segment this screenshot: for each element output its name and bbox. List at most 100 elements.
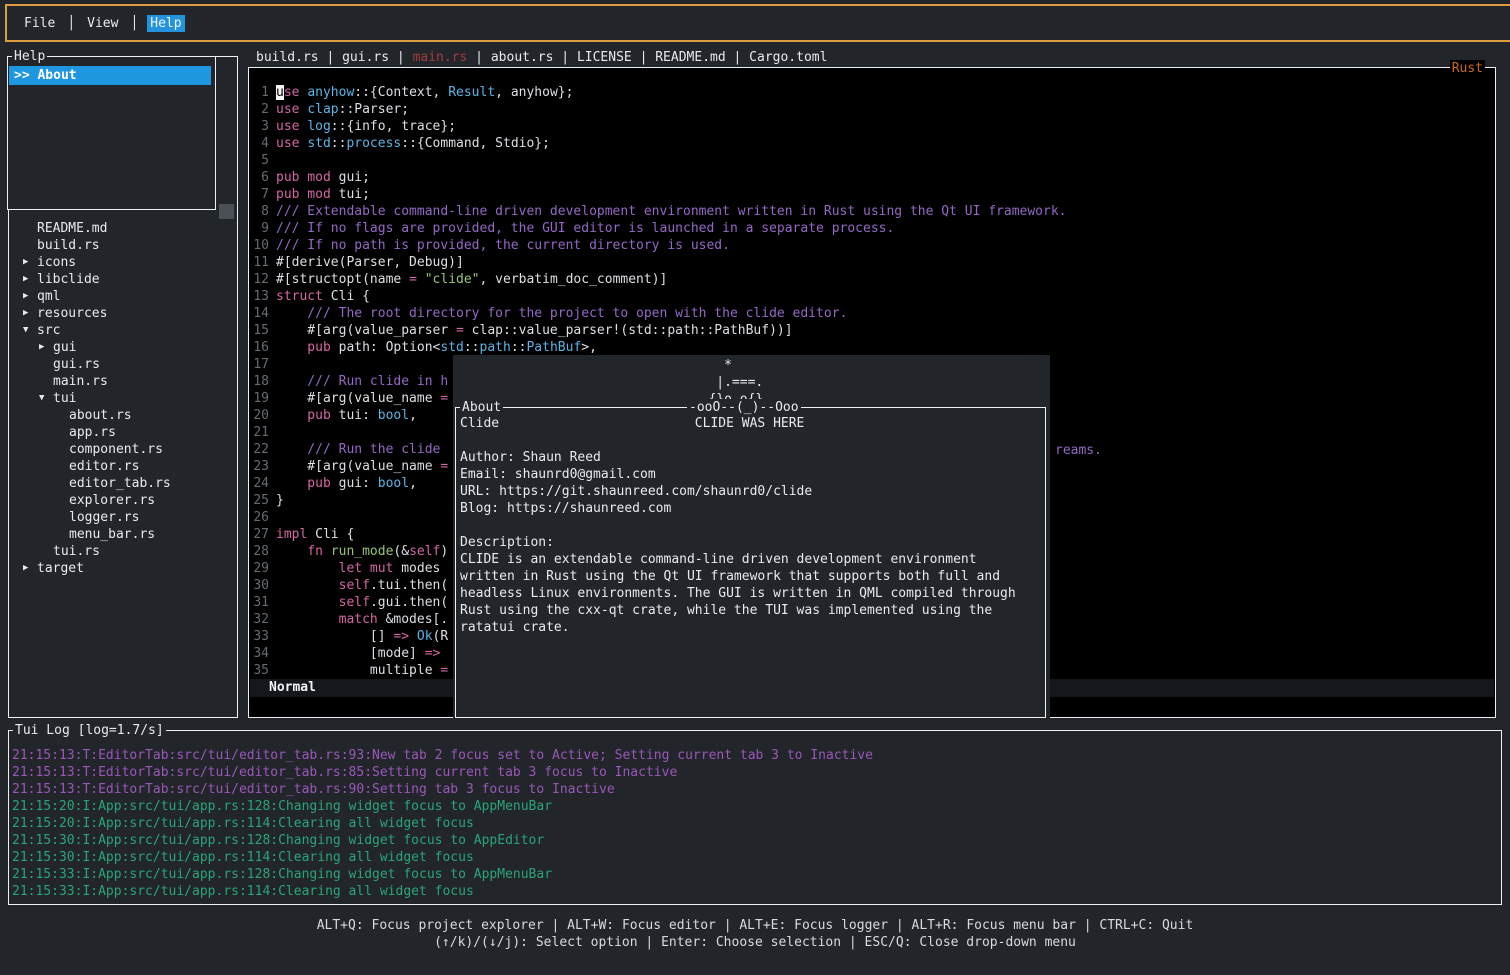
tui-log-panel[interactable]: Tui Log [log=1.7/s] 21:15:13:T:EditorTab…: [8, 730, 1502, 905]
tree-item-label: editor_tab.rs: [69, 475, 171, 492]
code-line: 2use clap::Parser;: [249, 101, 1495, 118]
line-content: #[structopt(name = "clide", verbatim_doc…: [276, 271, 667, 288]
tree-item-icons[interactable]: ▶icons: [9, 254, 235, 271]
syntax-kw: fn: [276, 544, 331, 559]
syntax-cm: /// Extendable command-line driven devel…: [276, 204, 1067, 219]
tree-item-label: component.rs: [69, 441, 163, 458]
tab-readme-md[interactable]: README.md: [655, 50, 725, 65]
tree-item-src[interactable]: ▼src: [9, 322, 235, 339]
code-line: 12#[structopt(name = "clide", verbatim_d…: [249, 271, 1495, 288]
syntax-txt: ,: [409, 476, 417, 491]
syntax-txt: Cli {: [315, 527, 354, 542]
tree-item-logger-rs[interactable]: logger.rs: [9, 509, 235, 526]
menu-option-about[interactable]: >> About: [9, 66, 211, 85]
tree-item-component-rs[interactable]: component.rs: [9, 441, 235, 458]
tree-item-resources[interactable]: ▶resources: [9, 305, 235, 322]
tree-item-label: about.rs: [69, 407, 132, 424]
code-line: 5: [249, 152, 1495, 169]
line-content: #[derive(Parser, Debug)]: [276, 254, 464, 271]
syntax-kw: =>: [425, 646, 441, 661]
about-dialog-box: About -ooO--(_)--Ooo Clide CLIDE WAS HER…: [455, 407, 1046, 718]
tree-item-explorer-rs[interactable]: explorer.rs: [9, 492, 235, 509]
line-number: 18: [249, 373, 269, 390]
tab-main-rs[interactable]: main.rs: [413, 50, 468, 65]
syntax-txt: clap::value_parser!(std::path::PathBuf))…: [464, 323, 793, 338]
tab-gui-rs[interactable]: gui.rs: [342, 50, 389, 65]
tree-item-app-rs[interactable]: app.rs: [9, 424, 235, 441]
tab-build-rs[interactable]: build.rs: [256, 50, 319, 65]
menu-items: File│View│Help: [21, 15, 185, 32]
line-number: 22: [249, 441, 269, 458]
syntax-txt: ): [440, 544, 448, 559]
tree-item-gui[interactable]: ▶gui: [9, 339, 235, 356]
tab-about-rs[interactable]: about.rs: [491, 50, 554, 65]
menu-item-help[interactable]: Help: [147, 15, 184, 32]
syntax-txt: [276, 595, 339, 610]
menu-item-view[interactable]: View: [84, 15, 121, 32]
syntax-mod: path: [480, 340, 511, 355]
tab-license[interactable]: LICENSE: [577, 50, 632, 65]
help-dropdown-menu[interactable]: Help >> About: [7, 56, 216, 210]
syntax-txt: (&: [393, 544, 409, 559]
tree-item-label: editor.rs: [69, 458, 139, 475]
file-tree: README.mdbuild.rs▶icons▶libclide▶qml▶res…: [9, 220, 235, 577]
tree-item-qml[interactable]: ▶qml: [9, 288, 235, 305]
syntax-txt: }: [276, 493, 284, 508]
line-number: 10: [249, 237, 269, 254]
syntax-txt: , anyhow};: [495, 85, 573, 100]
tree-item-gui-rs[interactable]: gui.rs: [9, 356, 235, 373]
syntax-kw: =: [456, 323, 464, 338]
syntax-txt: ::{Command, Stdio};: [401, 136, 550, 151]
syntax-cm: /// If no path is provided, the current …: [276, 238, 730, 253]
code-line: 3use log::{info, trace};: [249, 118, 1495, 135]
menu-item-file[interactable]: File: [21, 15, 58, 32]
tree-item-label: build.rs: [37, 237, 100, 254]
syntax-kw: =: [440, 391, 448, 406]
tree-item-about-rs[interactable]: about.rs: [9, 407, 235, 424]
tree-item-label: menu_bar.rs: [69, 526, 155, 543]
syntax-mod: log: [307, 119, 330, 134]
tree-item-tui[interactable]: ▼tui: [9, 390, 235, 407]
tree-item-readme-md[interactable]: README.md: [9, 220, 235, 237]
line-number: 13: [249, 288, 269, 305]
line-number: 14: [249, 305, 269, 322]
tree-item-editor-rs[interactable]: editor.rs: [9, 458, 235, 475]
line-number: 17: [249, 356, 269, 373]
line-content: impl Cli {: [276, 526, 354, 543]
line-number: 24: [249, 475, 269, 492]
syntax-txt: multiple: [276, 663, 440, 678]
syntax-txt: ::{info, trace};: [331, 119, 456, 134]
tree-item-tui-rs[interactable]: tui.rs: [9, 543, 235, 560]
chevron-right-icon: ▶: [23, 288, 37, 305]
line-content: pub tui: bool,: [276, 407, 417, 424]
line-content: use std::process::{Command, Stdio};: [276, 135, 550, 152]
tree-item-label: gui.rs: [53, 356, 100, 373]
syntax-kw: self: [409, 544, 440, 559]
line-number: 6: [249, 169, 269, 186]
line-content: [] => Ok(R: [276, 628, 448, 645]
syntax-kw: pub: [276, 340, 339, 355]
tree-item-main-rs[interactable]: main.rs: [9, 373, 235, 390]
tree-item-editor-tab-rs[interactable]: editor_tab.rs: [9, 475, 235, 492]
tree-item-menu-bar-rs[interactable]: menu_bar.rs: [9, 526, 235, 543]
tree-item-build-rs[interactable]: build.rs: [9, 237, 235, 254]
menu-bar[interactable]: File│View│Help: [5, 4, 1510, 42]
syntax-txt: #[arg(value_name: [276, 459, 440, 474]
log-entries: 21:15:13:T:EditorTab:src/tui/editor_tab.…: [12, 747, 1499, 900]
line-content: pub mod gui;: [276, 169, 370, 186]
line-content: /// The root directory for the project t…: [276, 305, 847, 322]
tab-cargo-toml[interactable]: Cargo.toml: [749, 50, 827, 65]
line-number: 2: [249, 101, 269, 118]
syntax-txt: gui;: [339, 170, 370, 185]
syntax-mod: PathBuf: [526, 340, 581, 355]
tree-item-libclide[interactable]: ▶libclide: [9, 271, 235, 288]
explorer-scrollbar-thumb[interactable]: [219, 204, 234, 219]
code-line: 15 #[arg(value_parser = clap::value_pars…: [249, 322, 1495, 339]
line-content: /// Extendable command-line driven devel…: [276, 203, 1067, 220]
tree-item-target[interactable]: ▶target: [9, 560, 235, 577]
syntax-mod: std: [307, 136, 330, 151]
line-number: 9: [249, 220, 269, 237]
editor-tab-bar[interactable]: build.rs | gui.rs | main.rs | about.rs |…: [256, 49, 827, 66]
line-number: 23: [249, 458, 269, 475]
line-content: /// If no path is provided, the current …: [276, 237, 730, 254]
